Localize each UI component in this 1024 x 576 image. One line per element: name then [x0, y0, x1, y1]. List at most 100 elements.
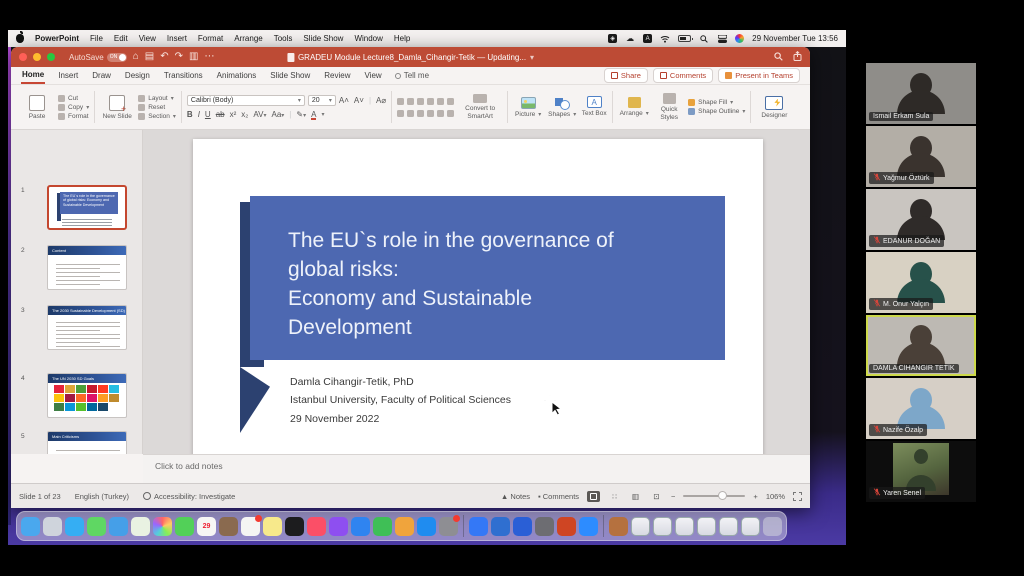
increase-indent-icon[interactable]	[427, 98, 434, 105]
spotlight-icon[interactable]	[699, 34, 709, 43]
participant-tile-3[interactable]: EDANUR DOĞAN	[866, 189, 976, 250]
dock-outlook-icon[interactable]	[491, 517, 510, 536]
current-slide[interactable]: The EU`s role in the governance of globa…	[193, 139, 763, 460]
tab-transitions[interactable]: Transitions	[163, 68, 204, 83]
dock-facetime-icon[interactable]	[175, 517, 194, 536]
slide-subtitle-text[interactable]: Damla Cihangir-Tetik, PhD Istanbul Unive…	[290, 373, 511, 428]
comments-button[interactable]: Comments	[653, 68, 713, 83]
dock-messages-icon[interactable]	[87, 517, 106, 536]
notes-toggle[interactable]: ▲ Notes	[501, 492, 530, 501]
zoom-slider[interactable]	[683, 495, 745, 497]
tab-draw[interactable]: Draw	[91, 68, 112, 83]
home-icon[interactable]: ⌂	[133, 52, 139, 62]
zoom-slider-knob[interactable]	[718, 491, 727, 500]
apple-menu-icon[interactable]	[16, 34, 24, 43]
text-direction-icon[interactable]	[447, 98, 454, 105]
section-button[interactable]: Section▾	[138, 113, 176, 120]
arrange-button[interactable]: Arrange▾	[618, 97, 650, 117]
menu-help[interactable]: Help	[394, 34, 410, 43]
menu-clock[interactable]: 29 November Tue 13:56	[752, 34, 838, 43]
share-button[interactable]: Share	[604, 68, 648, 83]
menu-app-name[interactable]: PowerPoint	[35, 34, 79, 43]
dock-launchpad-icon[interactable]	[43, 517, 62, 536]
dock-keynote-icon[interactable]	[351, 517, 370, 536]
numbering-icon[interactable]	[407, 98, 414, 105]
tab-view[interactable]: View	[364, 68, 383, 83]
font-size-select[interactable]: 20▾	[308, 95, 336, 106]
cloud-icon[interactable]: ☁	[625, 34, 635, 43]
search-icon[interactable]	[774, 52, 783, 63]
copy-button[interactable]: Copy▾	[58, 104, 89, 111]
shapes-button[interactable]: Shapes▾	[547, 97, 577, 118]
dock-notes-icon[interactable]	[263, 517, 282, 536]
dock-finder-icon[interactable]	[21, 517, 40, 536]
dock-mail-icon[interactable]	[109, 517, 128, 536]
subscript-button[interactable]: x₂	[241, 110, 248, 119]
dock-minimized-window-1-icon[interactable]	[631, 517, 650, 536]
menu-format[interactable]: Format	[198, 34, 223, 43]
undo-icon[interactable]: ↶	[160, 52, 168, 62]
participant-tile-2[interactable]: Yağmur Öztürk	[866, 126, 976, 187]
control-center-icon[interactable]	[717, 34, 727, 43]
justify-icon[interactable]	[427, 110, 434, 117]
minimize-window-button[interactable]	[33, 53, 41, 61]
format-painter-button[interactable]: Format	[58, 113, 89, 120]
italic-button[interactable]: I	[198, 110, 200, 119]
text-box-button[interactable]: A Text Box	[581, 96, 607, 117]
decrease-indent-icon[interactable]	[417, 98, 424, 105]
print-icon[interactable]: ▥	[189, 52, 198, 62]
char-spacing-button[interactable]: AV▾	[253, 110, 266, 119]
zoom-level[interactable]: 106%	[766, 492, 785, 501]
font-color-button[interactable]: A	[311, 110, 316, 119]
menu-insert[interactable]: Insert	[167, 34, 187, 43]
participant-tile-5[interactable]: DAMLA CİHANGİR TETİK	[866, 315, 976, 376]
more-commands-icon[interactable]: ⋯	[204, 52, 214, 62]
dock-maps-icon[interactable]	[131, 517, 150, 536]
tab-design[interactable]: Design	[124, 68, 151, 83]
layout-button[interactable]: Layout▾	[138, 95, 176, 102]
fit-to-window-button[interactable]	[793, 492, 802, 501]
dock-remote-desktop-icon[interactable]	[535, 517, 554, 536]
tab-insert[interactable]: Insert	[57, 68, 79, 83]
battery-icon[interactable]	[678, 35, 691, 42]
slide-title-text[interactable]: The EU`s role in the governance of globa…	[288, 227, 708, 343]
font-name-select[interactable]: Calibri (Body)▾	[187, 95, 305, 106]
grow-font-button[interactable]: A˄	[339, 96, 349, 105]
normal-view-button[interactable]	[587, 491, 600, 502]
present-in-teams-button[interactable]: Present in Teams	[718, 68, 800, 83]
paste-button[interactable]: Paste	[20, 95, 54, 120]
shield-icon[interactable]: ◈	[608, 34, 617, 43]
align-text-icon[interactable]	[447, 110, 454, 117]
clear-format-button[interactable]: A⌀	[376, 96, 386, 105]
menu-window[interactable]: Window	[354, 34, 382, 43]
dock-minimized-window-2-icon[interactable]	[653, 517, 672, 536]
cut-button[interactable]: Cut	[58, 95, 89, 102]
participant-tile-1[interactable]: Ismail Erkam Sula	[866, 63, 976, 124]
dock-app-store-icon[interactable]	[417, 517, 436, 536]
bold-button[interactable]: B	[187, 110, 193, 119]
dock-numbers-icon[interactable]	[373, 517, 392, 536]
dock-zoom-icon[interactable]	[579, 517, 598, 536]
menu-tools[interactable]: Tools	[274, 34, 293, 43]
dock-trash-icon[interactable]	[763, 517, 782, 536]
dock-reminders-icon[interactable]	[241, 517, 260, 536]
participant-tile-6[interactable]: Nazife Özalp	[866, 378, 976, 439]
input-source-icon[interactable]: A	[643, 34, 652, 43]
tab-home[interactable]: Home	[21, 67, 45, 84]
language-indicator[interactable]: English (Turkey)	[75, 492, 129, 501]
autosave-switch[interactable]: ON	[107, 53, 127, 62]
dock-photos-icon[interactable]	[153, 517, 172, 536]
quick-styles-button[interactable]: Quick Styles	[654, 93, 684, 121]
zoom-window-button[interactable]	[47, 53, 55, 61]
menu-arrange[interactable]: Arrange	[234, 34, 262, 43]
zoom-out-button[interactable]: −	[671, 492, 675, 501]
dock-safari-icon[interactable]	[65, 517, 84, 536]
picture-button[interactable]: Picture▾	[513, 97, 543, 118]
redo-icon[interactable]: ↷	[175, 52, 183, 62]
strikethrough-button[interactable]: ab	[216, 110, 225, 119]
dock-music-icon[interactable]	[307, 517, 326, 536]
menu-file[interactable]: File	[90, 34, 103, 43]
slide-thumbnail-1[interactable]: The EU`s role in the governance of globa…	[47, 185, 127, 230]
dock-system-settings-icon[interactable]	[439, 517, 458, 536]
zoom-in-button[interactable]: +	[753, 492, 757, 501]
